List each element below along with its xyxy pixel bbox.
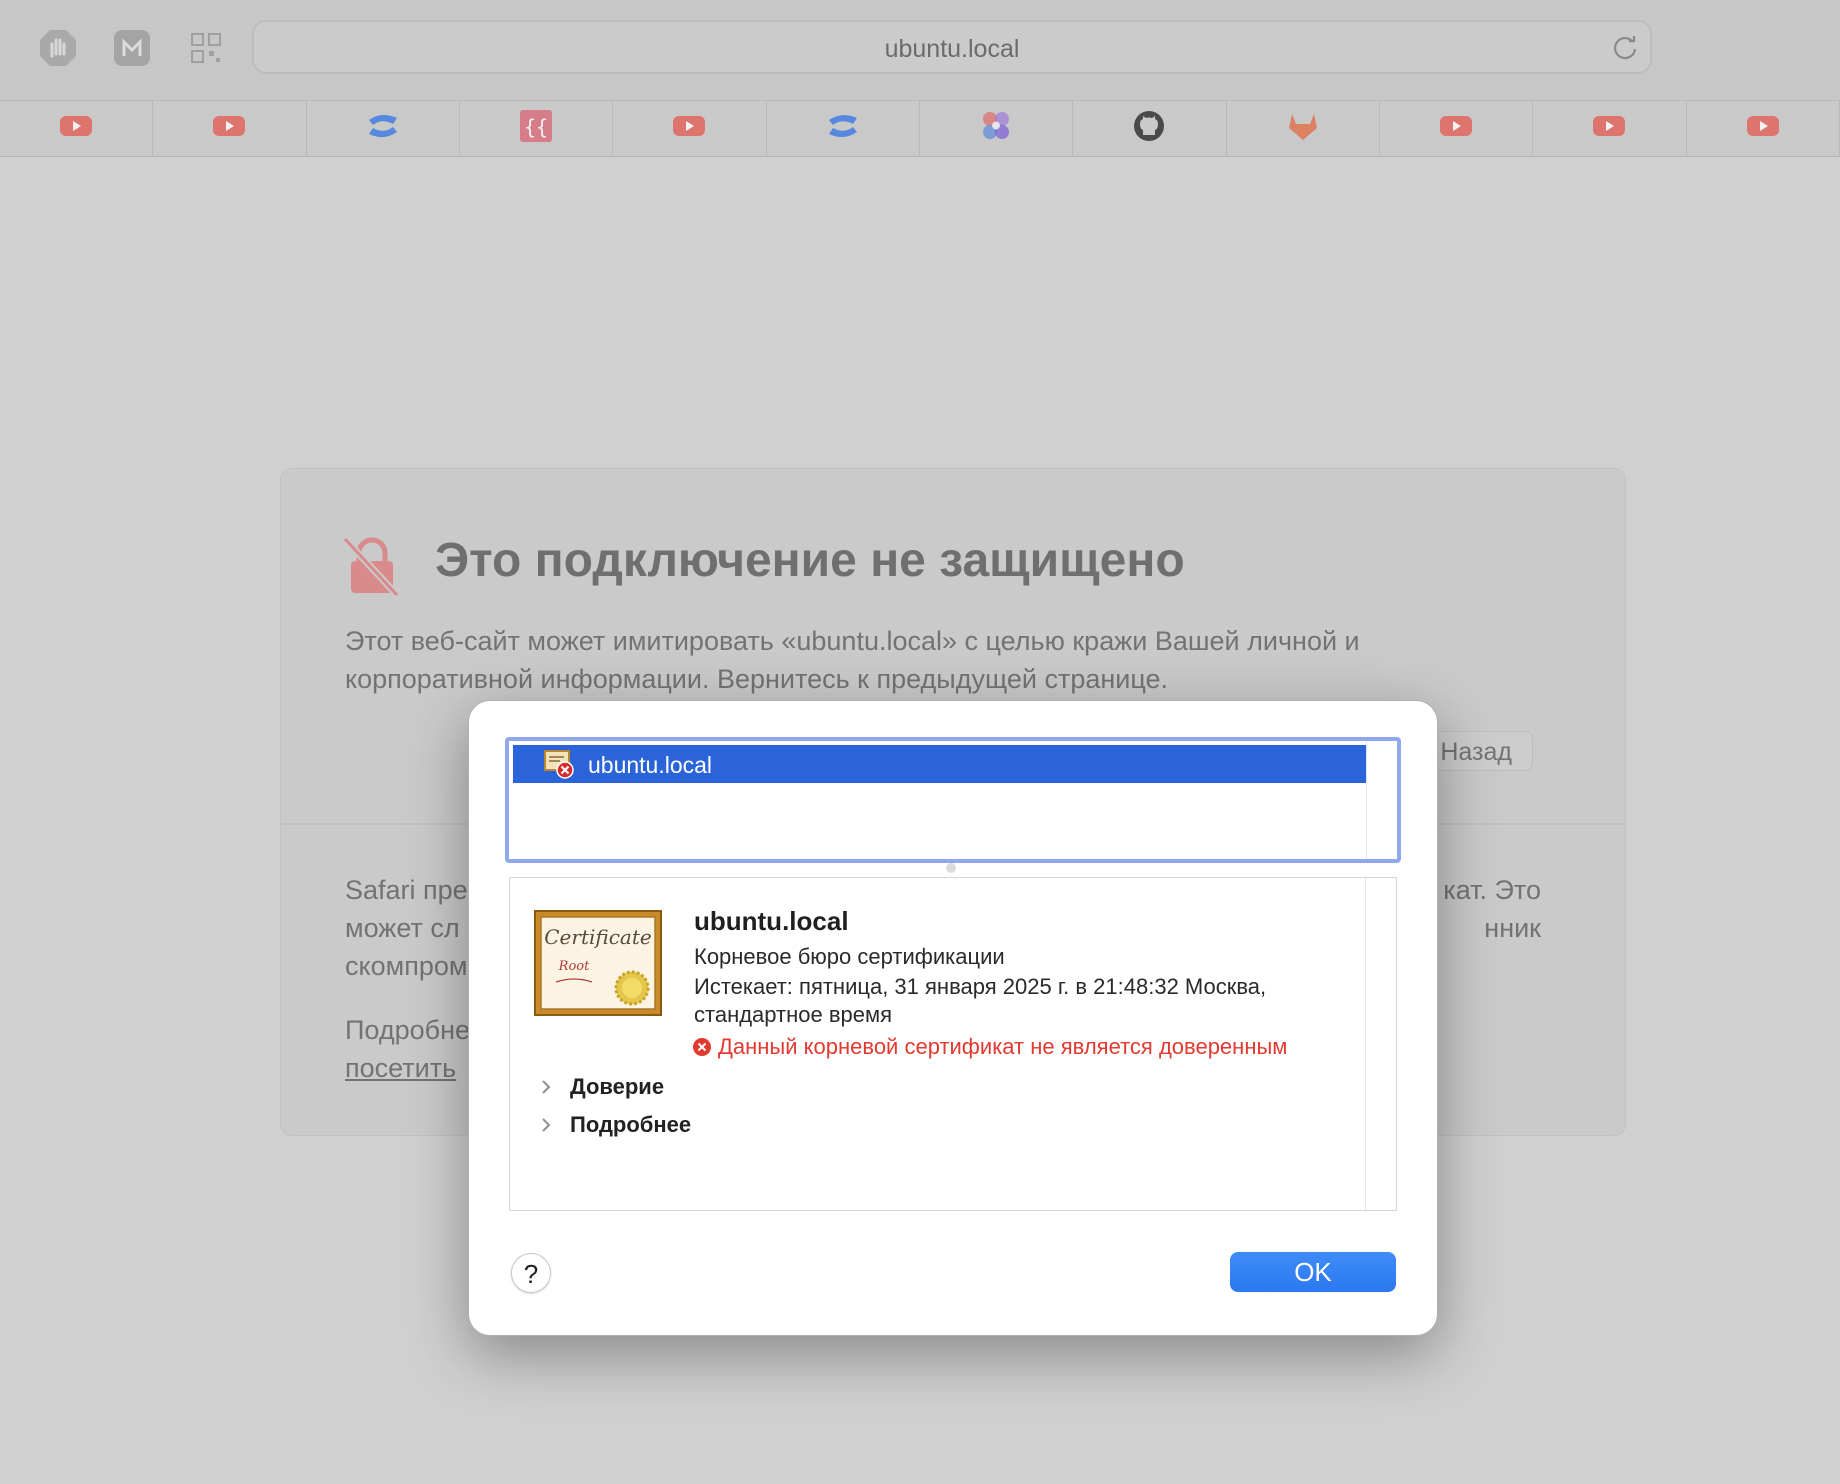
- favorite-gitlab-9[interactable]: [1227, 101, 1380, 156]
- trust-disclosure[interactable]: Доверие: [540, 1074, 664, 1100]
- certificate-expiry-timezone: стандартное время: [694, 1002, 893, 1027]
- certificate-name: ubuntu.local: [694, 906, 849, 936]
- certificate-list[interactable]: ubuntu.local: [505, 737, 1401, 863]
- chevron-right-icon: [542, 1118, 551, 1132]
- certificate-list-item[interactable]: ubuntu.local: [513, 745, 1366, 783]
- splitter-handle[interactable]: [946, 863, 956, 873]
- reload-icon[interactable]: [1610, 33, 1640, 63]
- favorite-youtube-12[interactable]: [1687, 101, 1840, 156]
- invalid-certificate-icon: [544, 750, 574, 779]
- confluence-icon: [366, 109, 400, 148]
- certificate-root-icon: Certificate Root: [534, 910, 662, 1016]
- svg-text:Root: Root: [558, 959, 590, 974]
- favorite-youtube-11[interactable]: [1533, 101, 1687, 156]
- certificate-expiry: Истекает: пятница, 31 января 2025 г. в 2…: [694, 974, 1267, 999]
- ok-button[interactable]: OK: [1230, 1252, 1396, 1292]
- gitlab-icon: [1286, 109, 1320, 148]
- github-icon: [1132, 109, 1166, 148]
- qr-code-icon[interactable]: [186, 28, 226, 68]
- youtube-icon: [1746, 114, 1780, 143]
- favorite-youtube-5[interactable]: [613, 101, 767, 156]
- body-text-fragment: может сл: [345, 913, 460, 943]
- four-dots-icon: [979, 109, 1013, 148]
- certificate-list-item-label: ubuntu.local: [588, 752, 713, 778]
- youtube-icon: [59, 114, 93, 143]
- certificate-dialog: ubuntu.local Certificate Root ubuntu.loc…: [468, 700, 1438, 1336]
- certificate-details: Certificate Root ubuntu.local Корневое б…: [509, 877, 1397, 1211]
- more-info-text: Подробне: [345, 1015, 471, 1045]
- body-text-fragment: нник: [1484, 913, 1541, 943]
- favorites-bar: {{: [0, 101, 1840, 157]
- youtube-icon: [212, 114, 246, 143]
- details-disclosure-label: Подробнее: [570, 1112, 692, 1137]
- list-scrollbar[interactable]: [1366, 741, 1397, 859]
- stop-hand-icon[interactable]: [38, 28, 78, 68]
- youtube-icon: [1592, 114, 1626, 143]
- favorite-four-dots-7[interactable]: [920, 101, 1074, 156]
- trust-disclosure-label: Доверие: [570, 1074, 665, 1099]
- extension-m-icon[interactable]: [112, 28, 152, 68]
- browser-toolbar: ubuntu.local: [0, 0, 1840, 101]
- svg-text:Certificate: Certificate: [544, 925, 651, 949]
- body-text-fragment: Safari пре: [345, 875, 468, 905]
- error-circle-icon: [693, 1038, 711, 1056]
- svg-text:{{: {{: [524, 115, 548, 139]
- help-button[interactable]: ?: [511, 1253, 551, 1293]
- body-text-fragment: скомпром: [345, 951, 468, 981]
- code-brackets-icon: {{: [519, 109, 553, 148]
- certificate-error-text: Данный корневой сертификат не является д…: [718, 1034, 1288, 1059]
- body-text-fragment: кат. Это: [1443, 875, 1541, 905]
- broken-lock-icon: [343, 536, 400, 597]
- details-scrollbar[interactable]: [1365, 878, 1396, 1210]
- favorite-youtube-2[interactable]: [153, 101, 307, 156]
- chevron-right-icon: [542, 1080, 551, 1094]
- favorite-confluence-3[interactable]: [307, 101, 460, 156]
- page-title: Это подключение не защищено: [435, 534, 1185, 587]
- favorite-code-brackets-4[interactable]: {{: [460, 101, 614, 156]
- favorite-github-8[interactable]: [1073, 101, 1227, 156]
- certificate-type: Корневое бюро сертификации: [694, 944, 1005, 969]
- youtube-icon: [1439, 114, 1473, 143]
- certificate-error: Данный корневой сертификат не является д…: [692, 1034, 1287, 1060]
- description-line-2: корпоративной информации. Вернитесь к пр…: [345, 664, 1169, 694]
- visit-link[interactable]: посетить: [345, 1049, 456, 1087]
- youtube-icon: [672, 114, 706, 143]
- description-line-1: Этот веб-сайт может имитировать «ubuntu.…: [345, 626, 1360, 656]
- favorite-youtube-10[interactable]: [1380, 101, 1534, 156]
- favorite-youtube-1[interactable]: [0, 101, 154, 156]
- back-button-label: Назад: [1440, 738, 1512, 766]
- favorite-confluence-6[interactable]: [767, 101, 920, 156]
- address-text: ubuntu.local: [884, 35, 1020, 63]
- confluence-icon: [826, 109, 860, 148]
- address-bar[interactable]: ubuntu.local: [252, 20, 1652, 74]
- details-disclosure[interactable]: Подробнее: [540, 1112, 691, 1138]
